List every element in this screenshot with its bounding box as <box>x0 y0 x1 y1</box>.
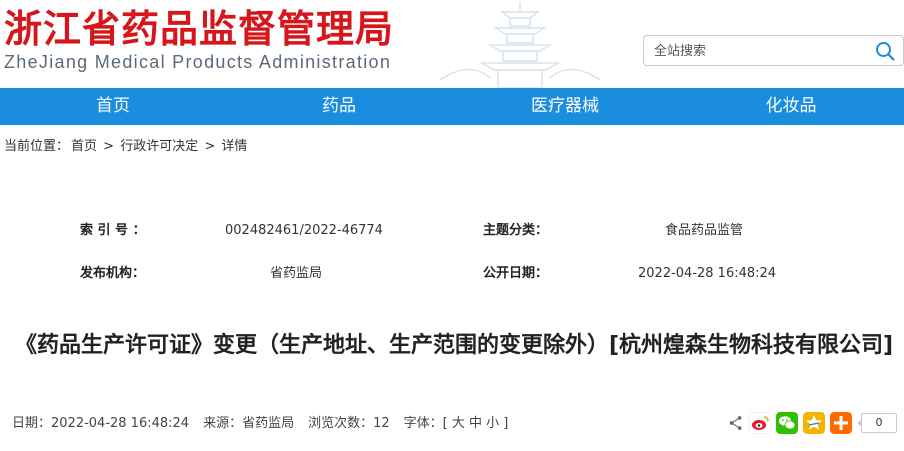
breadcrumb-section-link[interactable]: 行政许可决定 <box>120 139 198 154</box>
breadcrumb-home-link[interactable]: 首页 <box>71 139 97 154</box>
nav-item-drugs[interactable]: 药品 <box>226 88 452 125</box>
search-icon[interactable] <box>875 41 895 61</box>
article-source: 来源：省药监局 <box>203 416 295 431</box>
pagoda-watermark-icon <box>439 2 601 88</box>
nav-item-medical-devices[interactable]: 医疗器械 <box>452 88 678 125</box>
breadcrumb-prefix: 当前位置： <box>4 139 70 154</box>
topic-value: 食品药品监管 <box>665 223 744 238</box>
weibo-icon[interactable] <box>749 412 771 434</box>
share-bar: 0 <box>728 412 897 434</box>
article-date: 日期：2022-04-28 16:48:24 <box>12 416 190 431</box>
site-logo-english[interactable]: ZheJiang Medical Products Administration <box>4 52 391 72</box>
publisher-value: 省药监局 <box>270 266 323 281</box>
site-header: 浙江省药品监督管理局 ZheJiang Medical Products Adm… <box>0 0 904 88</box>
font-size-switcher[interactable]: 字体：[ 大 中 小 ] <box>404 416 509 432</box>
main-nav: 首页 药品 医疗器械 化妆品 <box>0 88 904 125</box>
qzone-icon[interactable] <box>803 412 825 434</box>
article-info-bar: 日期：2022-04-28 16:48:24 来源：省药监局 浏览次数：12 字… <box>12 416 508 432</box>
share-icon[interactable] <box>728 415 744 431</box>
nav-item-cosmetics[interactable]: 化妆品 <box>678 88 904 125</box>
search-input[interactable] <box>654 41 869 61</box>
publisher-label: 发布机构： <box>80 266 146 281</box>
article-title: 《药品生产许可证》变更（生产地址、生产范围的变更除外）[杭州煌森生物科技有限公司… <box>14 333 894 358</box>
breadcrumb-separator: > <box>204 139 216 154</box>
wechat-icon[interactable] <box>776 412 798 434</box>
breadcrumb-separator: > <box>103 139 115 154</box>
article-views: 浏览次数：12 <box>308 416 390 431</box>
share-count: 0 <box>857 413 897 433</box>
publish-date-label: 公开日期： <box>483 266 549 281</box>
index-number-label: 索 引 号 ： <box>80 223 146 238</box>
site-logo-chinese[interactable]: 浙江省药品监督管理局 <box>4 6 394 52</box>
search-box <box>643 35 904 66</box>
index-number-value: 002482461/2022-46774 <box>225 223 383 238</box>
more-icon[interactable] <box>830 412 852 434</box>
topic-label: 主题分类： <box>483 223 549 238</box>
breadcrumb: 当前位置： 首页 > 行政许可决定 > 详情 <box>4 139 249 155</box>
publish-date-value: 2022-04-28 16:48:24 <box>638 266 777 281</box>
breadcrumb-current: 详情 <box>221 139 248 154</box>
nav-item-home[interactable]: 首页 <box>0 88 226 125</box>
